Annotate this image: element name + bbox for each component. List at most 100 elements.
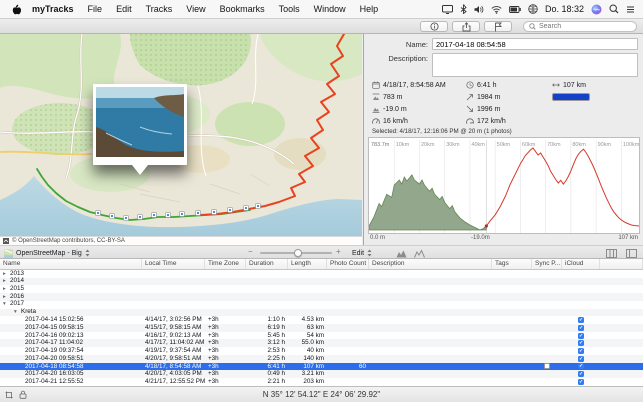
icloud-checkbox[interactable]: ✓ [578, 356, 584, 362]
edit-mode-selector[interactable]: Edit [352, 248, 372, 258]
cell-duration: 5:45 h [246, 332, 288, 340]
notification-center-icon[interactable] [626, 5, 635, 14]
osm-icon [3, 238, 9, 244]
svg-text:60km: 60km [522, 142, 536, 148]
chart-min-label: -19.0m [471, 235, 490, 241]
track-row-2017-04-18-08-54-58[interactable]: 2017-04-18 08:54:584/18/17, 8:54:58 AM+3… [0, 363, 643, 371]
menu-bar-status-area: Do. 18:32 [442, 4, 637, 15]
map-attribution: © OpenStreetMap contributors, CC-BY-SA [0, 236, 362, 245]
flag-button[interactable] [484, 21, 512, 32]
column-header-time-zone[interactable]: Time Zone [205, 259, 246, 269]
menu-file[interactable]: File [81, 4, 110, 14]
track-row-2017-04-21-12-55-52[interactable]: 2017-04-21 12:55:524/21/17, 12:55:52 PM+… [0, 378, 643, 386]
sync-checkbox[interactable] [544, 363, 550, 369]
track-description-input[interactable] [432, 53, 638, 77]
name-label: Name: [366, 40, 428, 49]
min-elevation-icon [372, 105, 380, 113]
menu-window[interactable]: Window [307, 4, 353, 14]
volume-status-icon[interactable] [474, 5, 484, 14]
cell-local-time: 4/17/17, 11:04:02 AM [142, 339, 205, 347]
cell-length: 140 km [288, 355, 327, 363]
icloud-checkbox[interactable]: ✓ [578, 348, 584, 354]
icloud-checkbox[interactable]: ✓ [578, 379, 584, 385]
search-field[interactable] [523, 21, 637, 32]
display-status-icon[interactable] [442, 5, 453, 14]
crop-marks-icon[interactable] [5, 391, 13, 399]
descent-icon [466, 105, 474, 113]
cell-length: 40 km [288, 347, 327, 355]
menu-edit[interactable]: Edit [109, 4, 139, 14]
group-row-Kreta[interactable]: ▾Kreta [0, 309, 643, 317]
map-type-selector[interactable]: OpenStreetMap - Big [4, 248, 90, 258]
column-header-length[interactable]: Length [288, 259, 327, 269]
menu-bookmarks[interactable]: Bookmarks [213, 4, 272, 14]
apple-menu-icon[interactable] [12, 4, 21, 15]
chart-end-label: 107 km [618, 235, 638, 241]
spotlight-icon[interactable] [609, 4, 619, 14]
max-elevation-icon [372, 93, 380, 101]
icloud-checkbox[interactable]: ✓ [578, 371, 584, 377]
icloud-checkbox[interactable]: ✓ [578, 340, 584, 346]
zoom-slider-knob[interactable] [294, 249, 302, 257]
menu-view[interactable]: View [179, 4, 212, 14]
column-header-photo-count[interactable]: Photo Count [327, 259, 369, 269]
column-header-icloud[interactable]: iCloud [562, 259, 600, 269]
menu-tracks[interactable]: Tracks [139, 4, 180, 14]
toggle-columns-button[interactable] [606, 248, 617, 258]
track-row-2017-04-15-09-58-15[interactable]: 2017-04-15 09:58:154/15/17, 9:58:15 AM+3… [0, 324, 643, 332]
zoom-in-glyph[interactable]: + [336, 247, 341, 256]
map-pane[interactable]: © OpenStreetMap contributors, CC-BY-SA [0, 34, 362, 245]
track-row-2017-04-20-09-58-51[interactable]: 2017-04-20 09:58:514/20/17, 9:58:51 AM+3… [0, 355, 643, 363]
track-row-2017-04-19-09-37-54[interactable]: 2017-04-19 09:37:544/19/17, 9:37:54 AM+3… [0, 347, 643, 355]
track-row-2017-04-16-09-02-13[interactable]: 2017-04-16 09:02:134/16/17, 9:02:13 AM+3… [0, 332, 643, 340]
menu-bar-clock[interactable]: Do. 18:32 [545, 4, 584, 14]
share-button[interactable] [452, 21, 480, 32]
svg-text:80km: 80km [572, 142, 586, 148]
cell-local-time: 4/20/17, 9:58:51 AM [142, 355, 205, 363]
battery-status-icon[interactable] [509, 6, 521, 13]
cell-time-zone: +3h [205, 363, 246, 371]
column-header-duration[interactable]: Duration [246, 259, 288, 269]
column-header-name[interactable]: Name [0, 259, 142, 269]
wifi-status-icon[interactable] [491, 5, 502, 14]
bluetooth-status-icon[interactable] [460, 4, 467, 14]
menu-help[interactable]: Help [353, 4, 386, 14]
svg-text:40km: 40km [471, 142, 485, 148]
elevation-profile-chart[interactable]: 10km20km30km40km50km60km70km80km90km100k… [368, 137, 640, 234]
map-controls-bar: OpenStreetMap - Big − + Edit [0, 245, 643, 259]
max-speed-icon [466, 117, 474, 125]
icloud-checkbox[interactable]: ✓ [578, 325, 584, 331]
search-input[interactable] [539, 23, 629, 30]
cell-length: 107 km [288, 363, 327, 371]
show-line-profile-button[interactable] [414, 248, 425, 258]
toggle-sidebar-button[interactable] [626, 248, 637, 258]
track-color-swatch[interactable] [552, 93, 590, 101]
track-row-2017-04-17-11-04-02[interactable]: 2017-04-17 11:04:024/17/17, 11:04:02 AM+… [0, 339, 643, 347]
column-header-description[interactable]: Description [369, 259, 492, 269]
lock-icon[interactable] [19, 390, 27, 399]
show-area-profile-button[interactable] [396, 248, 407, 258]
track-row-2017-04-20-16-03-05[interactable]: 2017-04-20 16:03:054/20/17, 4:03:05 PM+3… [0, 370, 643, 378]
column-header-local-time[interactable]: Local Time [142, 259, 205, 269]
track-row-2017-04-14-15-02-56[interactable]: 2017-04-14 15:02:564/14/17, 3:02:56 PM+3… [0, 316, 643, 324]
column-header-sync-p-[interactable]: Sync P... [532, 259, 562, 269]
icloud-checkbox[interactable]: ✓ [578, 363, 584, 369]
siri-icon[interactable] [591, 4, 602, 15]
cell-duration: 6:19 h [246, 324, 288, 332]
zoom-out-glyph[interactable]: − [248, 247, 253, 256]
cell-sync [532, 363, 562, 369]
menu-mytracks[interactable]: myTracks [25, 4, 81, 14]
cell-name: 2017-04-17 11:04:02 [0, 339, 142, 347]
cell-icloud: ✓ [562, 340, 600, 346]
stat-max-speed: 172 km/h [466, 117, 506, 125]
keyboard-layout-icon[interactable] [528, 4, 538, 14]
menu-tools[interactable]: Tools [272, 4, 307, 14]
status-bar-icons [5, 390, 27, 399]
icloud-checkbox[interactable]: ✓ [578, 317, 584, 323]
photo-popup[interactable] [93, 84, 187, 165]
cell-length: 3.21 km [288, 370, 327, 378]
column-header-tags[interactable]: Tags [492, 259, 532, 269]
icloud-checkbox[interactable]: ✓ [578, 333, 584, 339]
info-button[interactable] [420, 21, 448, 32]
track-name-input[interactable] [432, 38, 638, 50]
